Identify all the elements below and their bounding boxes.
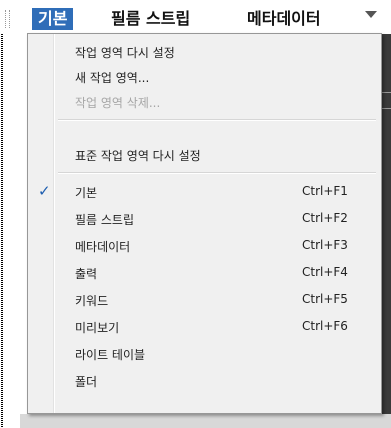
menu-item-label: 메타데이터	[75, 240, 131, 254]
menu-item-label: 작업 영역 삭제...	[75, 96, 161, 110]
menu-item-folders[interactable]: 폴더	[30, 370, 379, 392]
chevron-down-icon[interactable]	[365, 11, 377, 18]
background-strip	[20, 414, 391, 428]
menu-item-reset-workspace[interactable]: 작업 영역 다시 설정	[30, 41, 379, 63]
menu-item-shortcut: Ctrl+F3	[302, 238, 348, 252]
menu-item-label: 새 작업 영역...	[75, 71, 150, 85]
menu-item-output[interactable]: 출력 Ctrl+F4	[30, 262, 379, 284]
menu-item-label: 키워드	[75, 294, 109, 308]
workspace-tab-essentials[interactable]: 기본	[32, 8, 74, 30]
workspace-menu: 작업 영역 다시 설정 새 작업 영역... 작업 영역 삭제... 표준 작업…	[27, 33, 382, 414]
menu-item-preview[interactable]: 미리보기 Ctrl+F6	[30, 316, 379, 338]
menu-separator	[58, 119, 376, 121]
menu-item-essentials[interactable]: ✓ 기본 Ctrl+F1	[30, 181, 379, 203]
window-edge	[1, 0, 3, 428]
workspace-tab-filmstrip[interactable]: 필름 스트립	[111, 8, 190, 30]
menu-item-shortcut: Ctrl+F6	[302, 319, 348, 333]
menu-item-reset-standard-workspaces[interactable]: 표준 작업 영역 다시 설정	[30, 144, 379, 166]
menu-item-filmstrip[interactable]: 필름 스트립 Ctrl+F2	[30, 208, 379, 230]
menu-item-metadata[interactable]: 메타데이터 Ctrl+F3	[30, 235, 379, 257]
menu-item-light-table[interactable]: 라이트 테이블	[30, 343, 379, 365]
menu-item-label: 라이트 테이블	[75, 348, 146, 362]
menu-item-shortcut: Ctrl+F5	[302, 292, 348, 306]
menu-item-label: 기본	[75, 186, 98, 200]
background-panel	[382, 34, 391, 428]
menu-item-label: 필름 스트립	[75, 213, 135, 227]
menu-item-label: 표준 작업 영역 다시 설정	[75, 149, 201, 163]
menu-item-shortcut: Ctrl+F1	[302, 184, 348, 198]
menu-item-new-workspace[interactable]: 새 작업 영역...	[30, 66, 379, 88]
workspace-tab-metadata[interactable]: 메타데이터	[247, 8, 321, 30]
checkmark-icon: ✓	[38, 182, 51, 200]
menu-item-shortcut: Ctrl+F2	[302, 211, 348, 225]
menu-item-label: 작업 영역 다시 설정	[75, 46, 175, 60]
menu-item-shortcut: Ctrl+F4	[302, 265, 348, 279]
menu-item-label: 출력	[75, 267, 98, 281]
menu-separator	[58, 172, 376, 174]
menu-item-label: 폴더	[75, 375, 98, 389]
drag-grip-icon[interactable]	[5, 10, 10, 28]
menu-item-keywords[interactable]: 키워드 Ctrl+F5	[30, 289, 379, 311]
menu-item-delete-workspace: 작업 영역 삭제...	[30, 91, 379, 113]
workspace-bar: 기본 필름 스트립 메타데이터	[0, 0, 391, 34]
menu-item-label: 미리보기	[75, 321, 120, 335]
